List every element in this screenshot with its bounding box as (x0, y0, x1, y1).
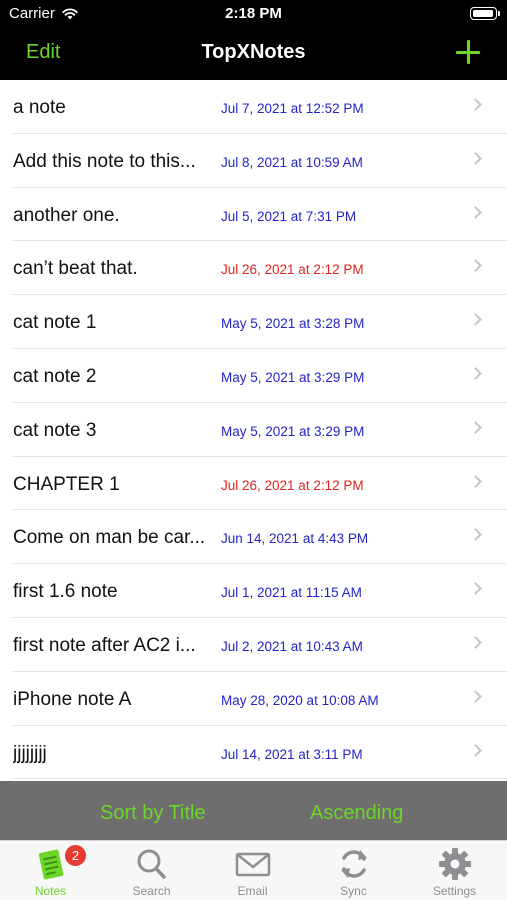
tab-settings[interactable]: Settings (404, 841, 505, 900)
tab-search[interactable]: Search (101, 841, 202, 900)
page-title: TopXNotes (201, 41, 306, 63)
tab-notes[interactable]: 2 Notes (0, 841, 101, 900)
chevron-right-icon (469, 98, 482, 111)
status-bar: Carrier 2:18 PM (0, 0, 507, 28)
notes-icon (38, 849, 63, 880)
note-row[interactable]: a note Jul 7, 2021 at 12:52 PM (0, 80, 507, 134)
note-row[interactable]: can’t beat that. Jul 26, 2021 at 2:12 PM (0, 241, 507, 296)
tab-label: Email (237, 884, 268, 898)
note-date: May 28, 2020 at 10:08 AM (221, 692, 379, 708)
note-row[interactable]: Add this note to this... Jul 8, 2021 at 1… (0, 134, 507, 188)
chevron-right-icon (469, 636, 482, 649)
note-title: cat note 2 (13, 365, 97, 387)
chevron-right-icon (469, 689, 482, 703)
note-date: Jul 5, 2021 at 7:31 PM (221, 208, 357, 224)
tab-label: Sync (340, 884, 367, 898)
note-date: Jul 26, 2021 at 2:12 PM (221, 262, 364, 278)
note-date: May 5, 2021 at 3:29 PM (221, 369, 365, 385)
note-row[interactable]: CHAPTER 1 Jul 26, 2021 at 2:12 PM (0, 457, 507, 511)
chevron-right-icon (469, 205, 482, 219)
note-date: Jul 7, 2021 at 12:52 PM (221, 101, 364, 116)
note-date: Jul 2, 2021 at 10:43 AM (221, 638, 363, 654)
note-title: jjjjjjjj (13, 742, 47, 764)
chevron-right-icon (469, 582, 482, 596)
note-title: cat note 3 (13, 419, 97, 441)
note-row[interactable]: iPhone note A May 28, 2020 at 10:08 AM (0, 672, 507, 726)
chevron-right-icon (469, 313, 482, 327)
sort-order-button[interactable]: Ascending (310, 802, 403, 825)
tab-sync[interactable]: Sync (303, 841, 404, 900)
note-title: iPhone note A (13, 688, 132, 710)
note-title: cat note 1 (13, 312, 97, 334)
sync-icon (340, 850, 367, 878)
gear-icon (438, 848, 471, 880)
note-row[interactable]: cat note 2 May 5, 2021 at 3:29 PM (0, 349, 507, 403)
note-row[interactable]: jjjjjjjj Jul 14, 2021 at 3:11 PM (0, 726, 507, 780)
note-date: May 5, 2021 at 3:28 PM (221, 316, 365, 332)
note-row[interactable]: first 1.6 note Jul 1, 2021 at 11:15 AM (0, 564, 507, 618)
battery-icon (470, 7, 500, 20)
edit-button[interactable]: Edit (26, 41, 60, 64)
row-divider (13, 778, 507, 780)
chevron-right-icon (469, 259, 482, 273)
tab-label: Search (132, 884, 171, 898)
note-date: Jul 14, 2021 at 3:11 PM (221, 746, 363, 762)
note-title: Add this note to this... (13, 150, 196, 172)
chevron-right-icon (469, 151, 482, 165)
sort-bar: Sort by Title Ascending (0, 781, 507, 840)
note-row[interactable]: cat note 3 May 5, 2021 at 3:29 PM (0, 403, 507, 457)
note-title: CHAPTER 1 (13, 473, 120, 495)
note-row[interactable]: cat note 1 May 5, 2021 at 3:28 PM (0, 295, 507, 349)
chevron-right-icon (469, 528, 482, 542)
search-icon (137, 849, 166, 879)
sort-by-button[interactable]: Sort by Title (100, 802, 206, 825)
note-title: can’t beat that. (13, 258, 138, 280)
chevron-right-icon (469, 743, 482, 757)
note-title: first 1.6 note (13, 581, 118, 603)
note-date: Jun 14, 2021 at 4:43 PM (221, 531, 369, 547)
tab-label: Settings (432, 884, 477, 898)
notes-badge: 2 (65, 845, 86, 866)
chevron-right-icon (469, 420, 482, 434)
tab-label: Notes (34, 884, 67, 898)
email-icon (235, 852, 270, 877)
note-row[interactable]: Come on man be car... Jun 14, 2021 at 4:4… (0, 510, 507, 565)
note-row[interactable]: another one. Jul 5, 2021 at 7:31 PM (0, 188, 507, 242)
note-title: another one. (13, 204, 120, 226)
note-date: Jul 8, 2021 at 10:59 AM (221, 154, 363, 170)
chevron-right-icon (469, 367, 482, 380)
tab-email[interactable]: Email (202, 841, 303, 900)
notes-list[interactable]: a note Jul 7, 2021 at 12:52 PM Add this no… (0, 80, 507, 781)
note-title: Come on man be car... (13, 527, 206, 549)
note-date: May 5, 2021 at 3:29 PM (221, 423, 365, 439)
chevron-right-icon (469, 474, 482, 488)
status-time: 2:18 PM (225, 5, 282, 22)
add-note-button[interactable] (455, 39, 481, 65)
note-date: Jul 1, 2021 at 11:15 AM (221, 585, 362, 601)
note-date: Jul 26, 2021 at 2:12 PM (221, 477, 364, 493)
note-row[interactable]: first note after AC2 i... Jul 2, 2021 at … (0, 618, 507, 672)
note-title: a note (13, 97, 66, 118)
navigation-bar: Edit TopXNotes (0, 28, 507, 80)
note-title: first note after AC2 i... (13, 634, 196, 656)
tab-bar: 2 Notes Search Email Sync Settings (0, 840, 507, 900)
